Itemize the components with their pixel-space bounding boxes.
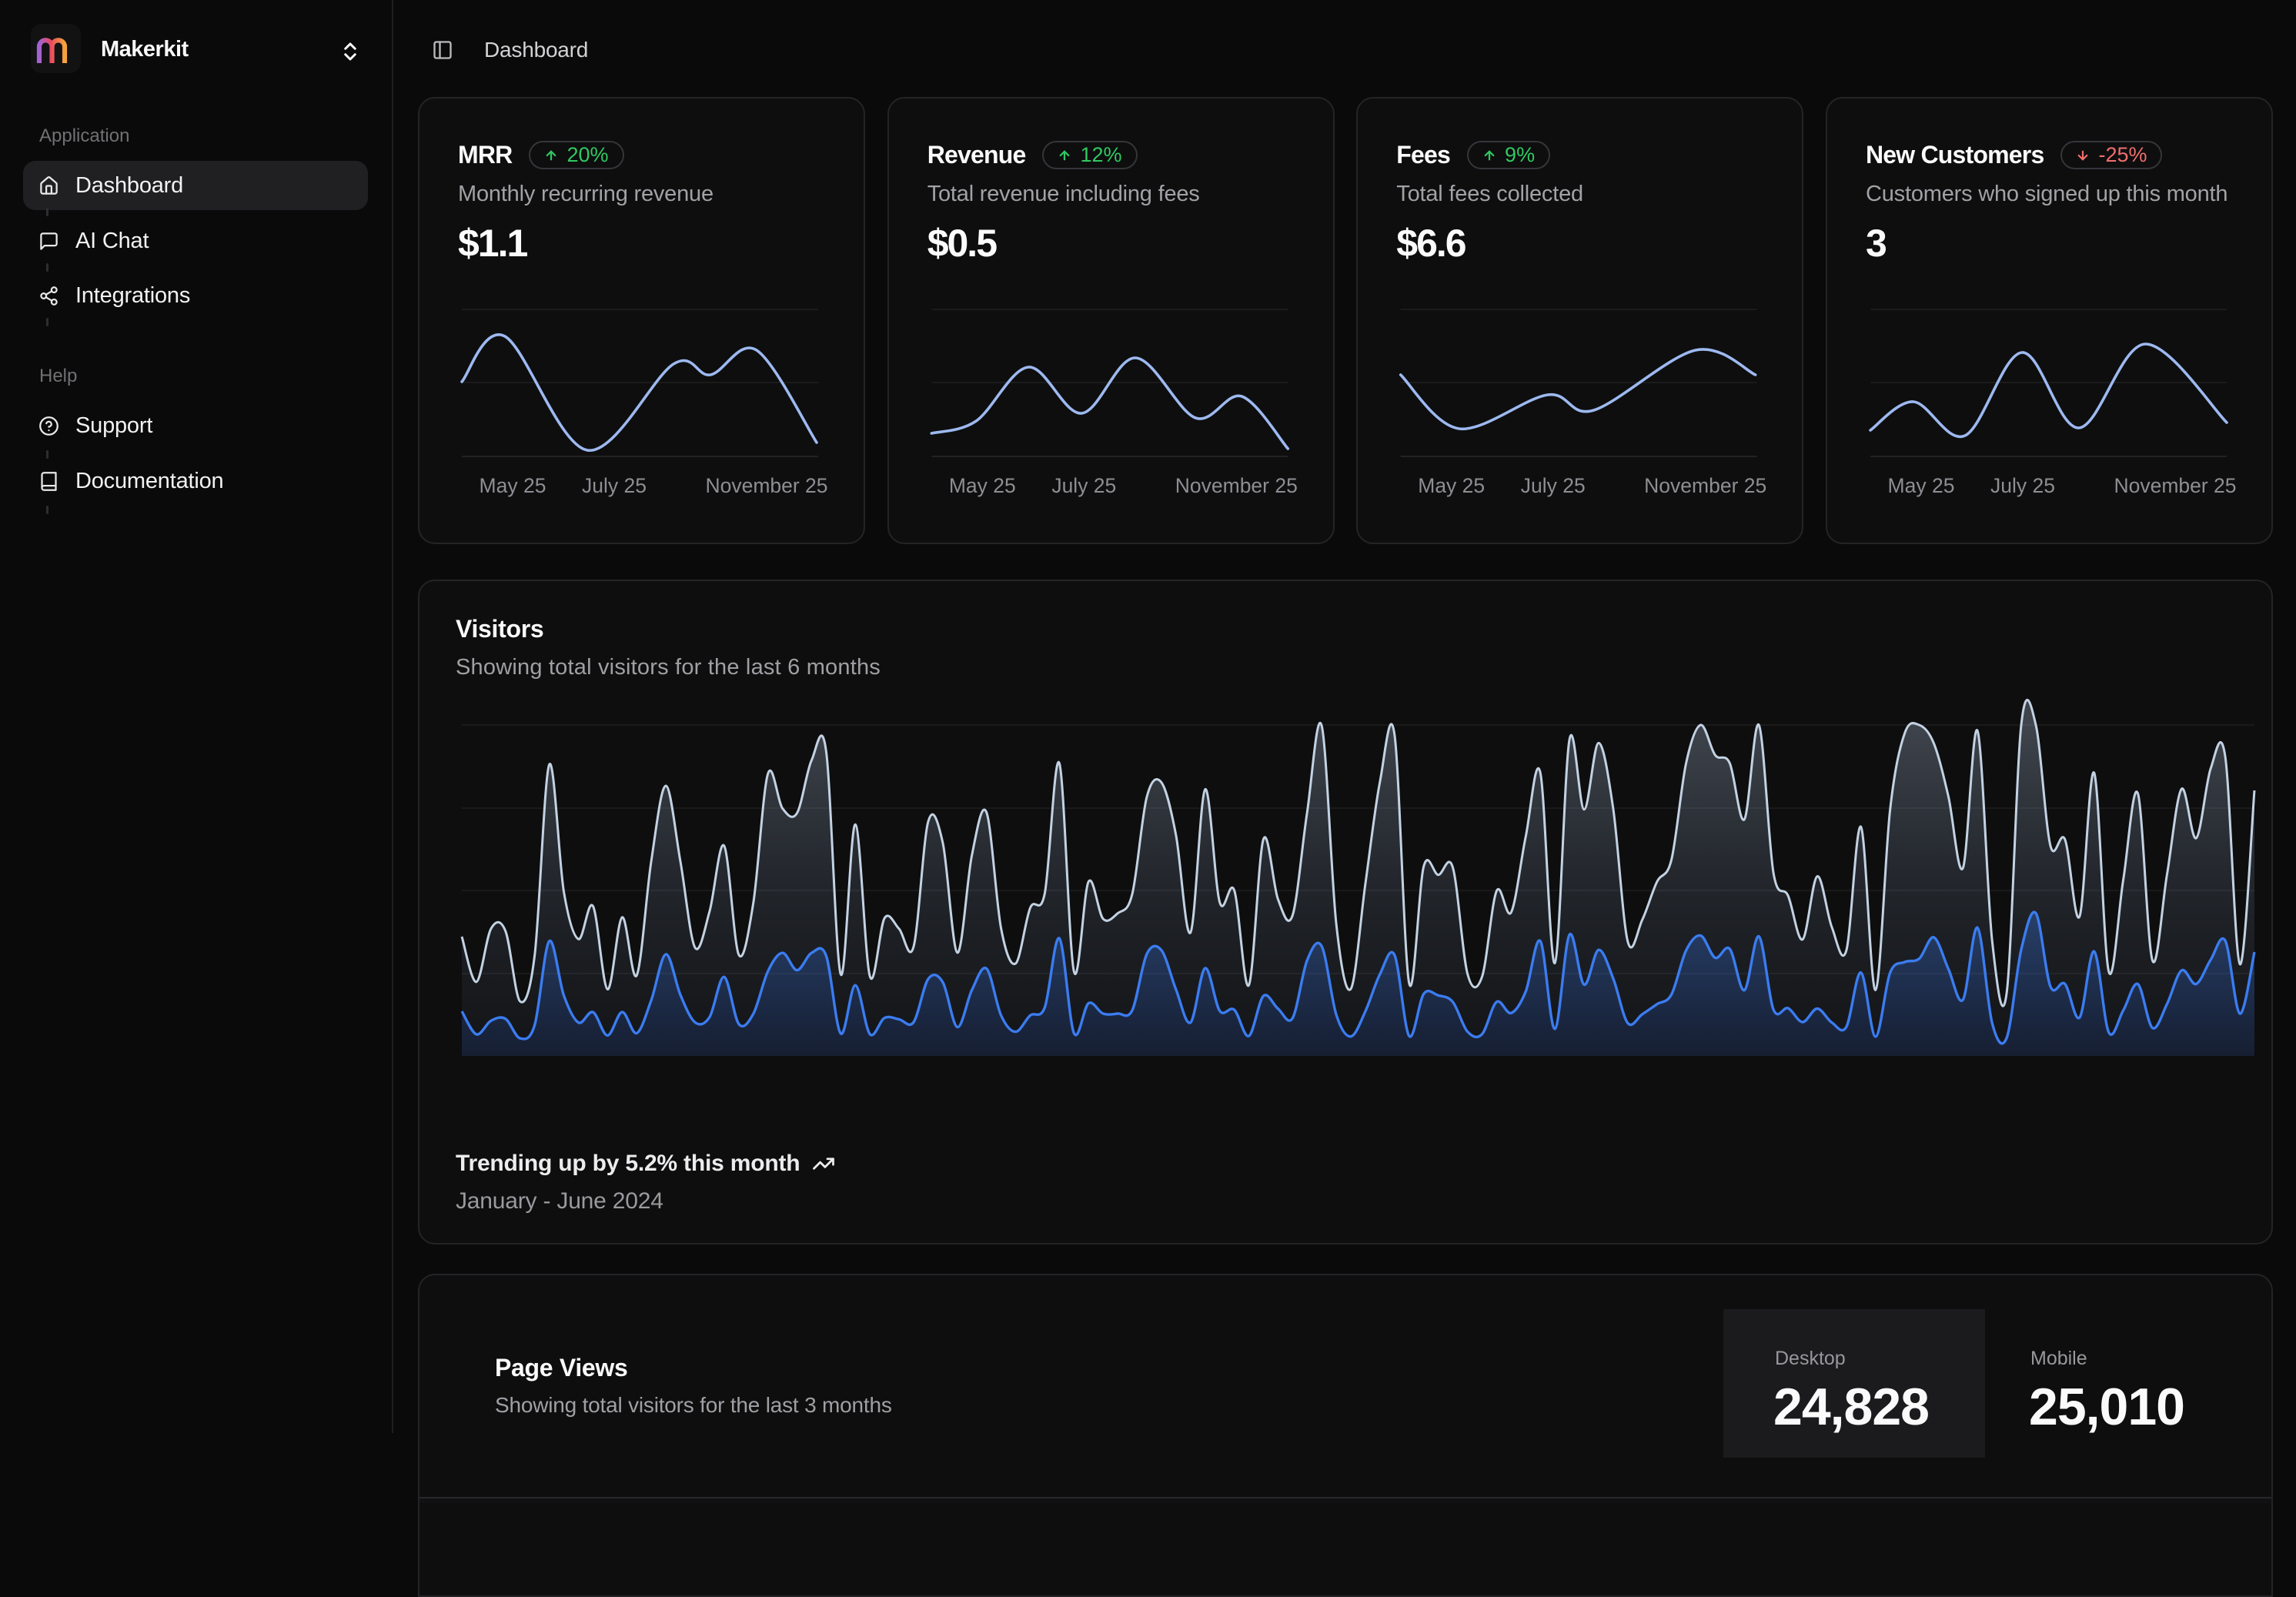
- svg-text:May 25: May 25: [949, 474, 1016, 497]
- svg-text:July 25: July 25: [1521, 474, 1586, 497]
- svg-text:July 25: July 25: [1051, 474, 1116, 497]
- svg-text:July 25: July 25: [1990, 474, 2055, 497]
- svg-text:November 25: November 25: [2114, 474, 2236, 497]
- svg-text:November 25: November 25: [1644, 474, 1766, 497]
- svg-text:November 25: November 25: [1175, 474, 1297, 497]
- svg-text:May 25: May 25: [480, 474, 546, 497]
- svg-text:November 25: November 25: [705, 474, 827, 497]
- svg-text:July 25: July 25: [582, 474, 647, 497]
- svg-text:May 25: May 25: [1419, 474, 1486, 497]
- svg-text:May 25: May 25: [1888, 474, 1955, 497]
